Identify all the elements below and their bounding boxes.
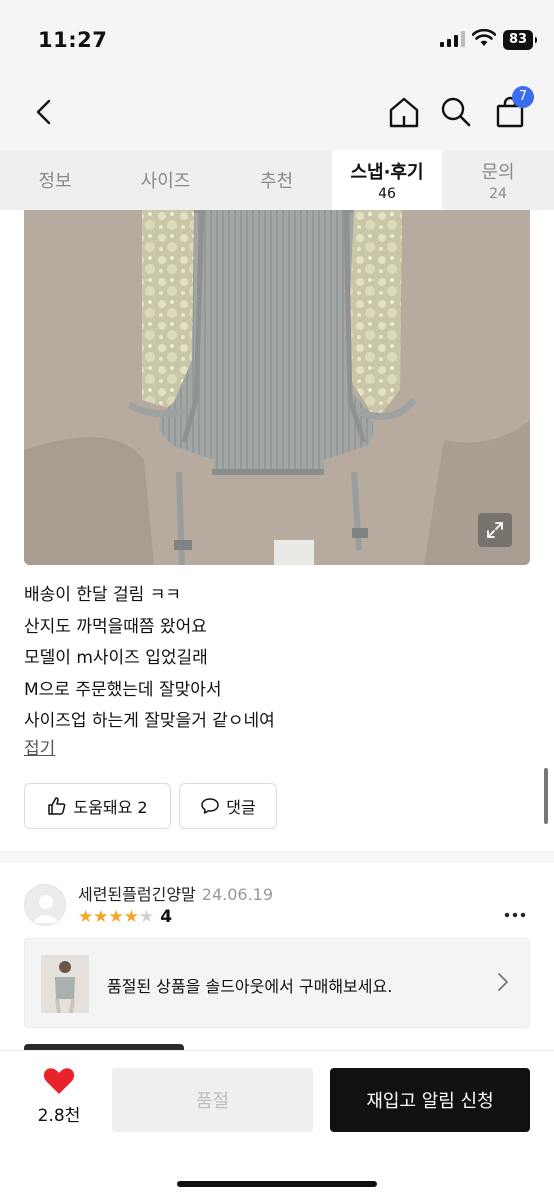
chevron-right-icon <box>498 973 508 991</box>
garment-photo-image <box>24 210 530 565</box>
star-icon: ★ <box>78 907 94 927</box>
tab-inquiry[interactable]: 문의 24 <box>442 150 554 210</box>
star-icon: ★ <box>108 907 124 927</box>
review-body: 배송이 한달 걸림 ㅋㅋ 산지도 까먹을때쯤 왔어요 모델이 m사이즈 입었길래… <box>24 580 524 738</box>
review-date: 24.06.19 <box>201 885 274 904</box>
review-line: 배송이 한달 걸림 ㅋㅋ <box>24 585 181 605</box>
like-button[interactable]: 2.8천 <box>26 1067 92 1126</box>
helpful-button[interactable]: 도움돼요 2 <box>24 783 171 829</box>
more-options-button[interactable] <box>504 899 526 924</box>
product-thumbnail-image <box>41 955 89 1013</box>
back-button[interactable] <box>22 90 66 134</box>
tab-recommend[interactable]: 추천 <box>221 150 332 210</box>
tab-label: 문의 <box>481 162 515 183</box>
chevron-left-icon <box>36 99 51 125</box>
cellular-signal-icon <box>440 31 465 47</box>
soldout-promo-banner[interactable]: 품절된 상품을 솔드아웃에서 구매해보세요. <box>24 938 530 1028</box>
star-rating: ★ ★ ★ ★ ★ 4 <box>78 907 172 927</box>
tab-size[interactable]: 사이즈 <box>110 150 221 210</box>
star-icon: ★ <box>123 907 139 927</box>
home-button[interactable] <box>382 90 426 134</box>
review-line: 사이즈업 하는게 잘맞을거 같ㅇ네여 <box>24 711 275 731</box>
heart-icon <box>43 1068 75 1094</box>
review-line: 모델이 m사이즈 입었길래 <box>24 648 208 668</box>
expand-icon <box>487 522 503 538</box>
review-actions: 도움돼요 2 댓글 <box>24 783 277 829</box>
rating-value: 4 <box>160 907 173 927</box>
more-dots-icon <box>504 912 526 918</box>
search-icon <box>441 97 471 127</box>
battery-indicator: 83 <box>503 30 537 50</box>
thumbs-up-icon <box>48 797 66 815</box>
soldout-button[interactable]: 품절 <box>112 1068 313 1132</box>
product-thumbnail <box>41 955 89 1013</box>
status-bar: 11:27 83 <box>0 0 554 80</box>
fold-link[interactable]: 접기 <box>24 734 55 759</box>
soldout-banner-text: 품절된 상품을 솔드아웃에서 구매해보세요. <box>107 977 393 996</box>
review-photo[interactable] <box>24 210 530 565</box>
scrollbar[interactable] <box>544 768 548 824</box>
section-divider <box>0 851 554 863</box>
expand-photo-button[interactable] <box>478 513 512 547</box>
search-button[interactable] <box>434 90 478 134</box>
speech-bubble-icon <box>201 798 220 814</box>
status-time: 11:27 <box>38 28 108 52</box>
home-icon <box>389 97 419 128</box>
comment-button[interactable]: 댓글 <box>179 783 277 829</box>
review-line: 산지도 까먹을때쯤 왔어요 <box>24 616 207 637</box>
reviewer-header: 세련된플럼긴양말 24.06.19 ★ ★ ★ ★ ★ 4 <box>24 881 530 927</box>
star-icon: ★ <box>93 907 109 927</box>
wifi-icon <box>472 29 496 46</box>
product-tabs: 정보 사이즈 추천 스냅·후기 46 문의 24 <box>0 150 554 210</box>
bottom-action-bar: 2.8천 품절 재입고 알림 신청 <box>0 1050 554 1200</box>
tab-label: 스냅·후기 <box>350 162 424 183</box>
cart-count-badge: 7 <box>512 86 534 108</box>
like-count: 2.8천 <box>37 1106 81 1126</box>
tab-label: 추천 <box>259 171 294 192</box>
avatar[interactable] <box>24 884 66 926</box>
restock-alert-button[interactable]: 재입고 알림 신청 <box>330 1068 530 1132</box>
home-indicator <box>177 1181 377 1187</box>
review-content: 배송이 한달 걸림 ㅋㅋ 산지도 까먹을때쯤 왔어요 모델이 m사이즈 입었길래… <box>0 210 554 1062</box>
top-nav-bar: 7 <box>0 80 554 150</box>
star-icon: ★ <box>139 907 155 927</box>
cart-button[interactable]: 7 <box>488 86 534 134</box>
default-avatar-icon <box>32 895 60 923</box>
reviewer-name[interactable]: 세련된플럼긴양말 <box>78 885 196 904</box>
tab-count: 46 <box>378 186 396 202</box>
tab-count: 24 <box>489 186 507 202</box>
tab-info[interactable]: 정보 <box>0 150 110 210</box>
tab-snap-review[interactable]: 스냅·후기 46 <box>332 150 442 210</box>
review-line: M으로 주문했는데 잘맞아서 <box>24 679 222 700</box>
tab-label: 사이즈 <box>140 171 191 192</box>
reviewer-name-line: 세련된플럼긴양말 24.06.19 <box>78 881 273 905</box>
comment-label: 댓글 <box>226 798 256 817</box>
helpful-label: 도움돼요 2 <box>73 798 148 817</box>
tab-label: 정보 <box>38 171 72 192</box>
